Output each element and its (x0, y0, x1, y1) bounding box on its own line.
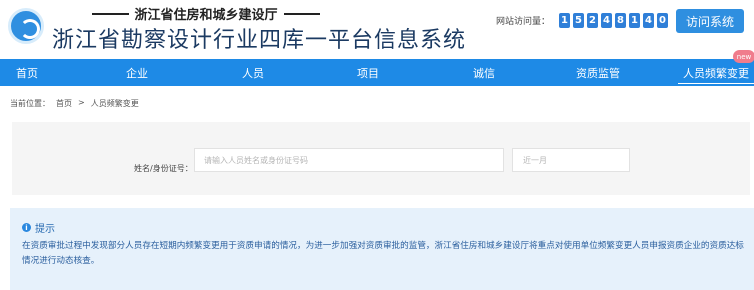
site-logo-icon (8, 8, 44, 44)
breadcrumb-current: 人员频繁变更 (90, 99, 139, 108)
breadcrumb-home-link[interactable]: 首页 (56, 98, 72, 109)
counter-digit: 1 (559, 13, 571, 28)
name-id-search-input[interactable]: 请输入人员姓名或身份证号码 (194, 148, 504, 172)
nav-item-home[interactable]: 首页 (0, 59, 54, 86)
divider (92, 12, 129, 15)
nav-item-projects[interactable]: 项目 (286, 59, 450, 86)
visit-counter-label: 网站访问量： (496, 17, 551, 27)
system-title: 浙江省勘察设计行业四库一平台信息系统 (52, 28, 467, 53)
nav-item-credit[interactable]: 诚信 (450, 59, 518, 86)
new-badge: new (733, 50, 754, 63)
main-nav: 首页 企业 人员 项目 诚信 资质监管 人员频繁变更 (0, 59, 754, 86)
breadcrumb-separator: > (78, 98, 85, 107)
counter-digit: 2 (587, 13, 599, 28)
breadcrumb-prefix: 当前位置： (10, 99, 50, 108)
notice-title: 提示 (35, 224, 55, 235)
visit-system-button[interactable]: 访问系统 (676, 9, 744, 33)
department-banner: 浙江省住房和城乡建设厅 (92, 4, 321, 23)
nav-item-personnel[interactable]: 人员 (220, 59, 286, 86)
site-header: 浙江省住房和城乡建设厅 浙江省勘察设计行业四库一平台信息系统 网站访问量： 1 … (0, 0, 754, 58)
counter-digit: 0 (657, 13, 669, 28)
counter-digit: 8 (615, 13, 627, 28)
department-name: 浙江省住房和城乡建设厅 (134, 8, 278, 23)
nav-item-qualification-supervision[interactable]: 资质监管 (518, 59, 678, 86)
nav-item-enterprise[interactable]: 企业 (54, 59, 220, 86)
time-period-select[interactable]: 近一月 (512, 148, 630, 172)
notice-header: i 提示 (22, 220, 55, 235)
breadcrumb: 当前位置： 首页 > 人员频繁变更 (10, 98, 139, 109)
name-id-label: 姓名/身份证号： (134, 164, 193, 173)
counter-digit: 4 (643, 13, 655, 28)
counter-digit: 5 (573, 13, 585, 28)
nav-item-frequent-personnel-change[interactable]: 人员频繁变更 (678, 59, 754, 86)
visit-counter: 网站访问量： 1 5 2 4 8 1 4 0 (496, 13, 669, 28)
info-icon: i (22, 223, 31, 232)
counter-digit: 4 (601, 13, 613, 28)
notice-body: 在资质审批过程中发现部分人员存在短期内频繁变更用于资质申请的情况，为进一步加强对… (22, 241, 744, 266)
divider (283, 12, 321, 15)
counter-digit: 1 (629, 13, 641, 28)
